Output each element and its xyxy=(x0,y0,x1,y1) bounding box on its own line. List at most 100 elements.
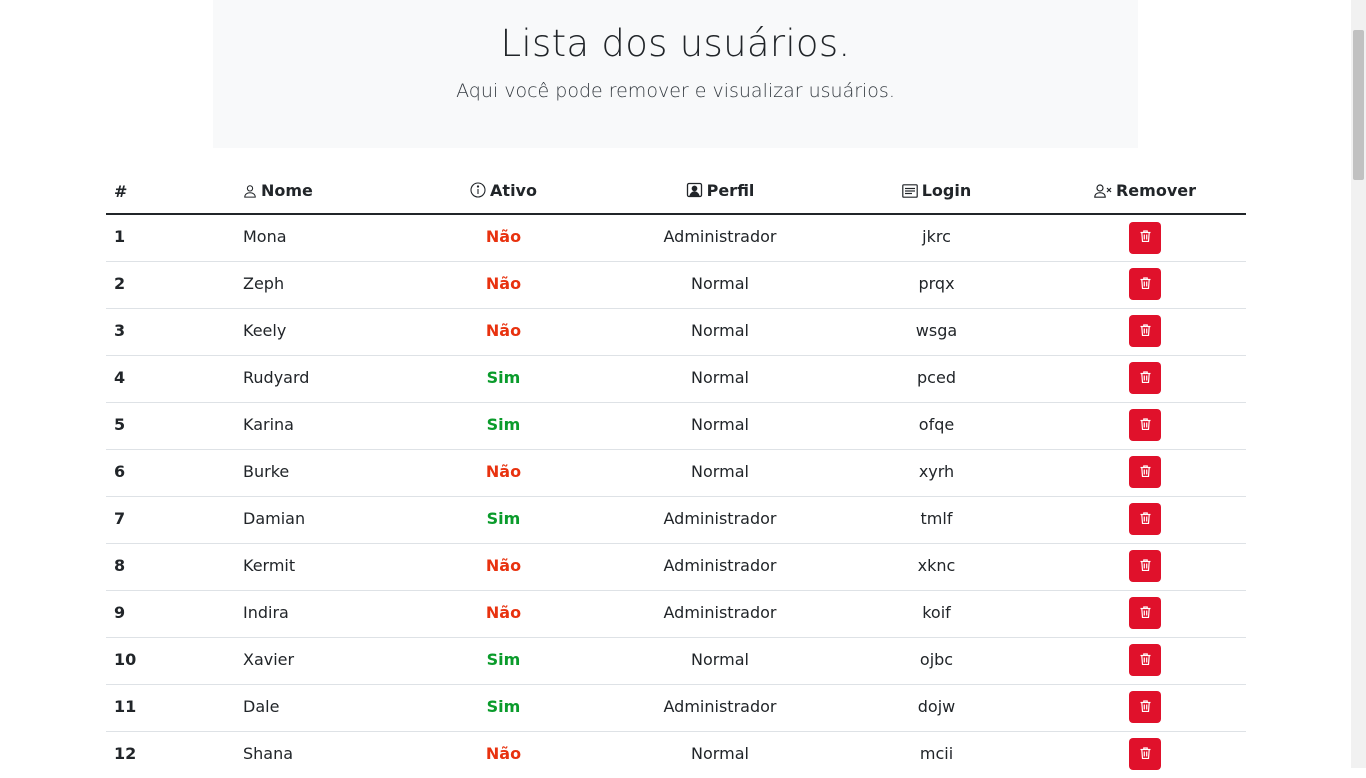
cell-login: ojbc xyxy=(829,636,1044,684)
status-badge: Não xyxy=(485,743,522,763)
status-badge: Não xyxy=(485,320,522,340)
cell-ativo: Não xyxy=(396,589,611,637)
cell-perfil: Administrador xyxy=(611,542,829,590)
delete-user-button[interactable] xyxy=(1129,597,1161,629)
card-text-icon xyxy=(901,183,918,202)
cell-number: 4 xyxy=(106,354,161,402)
cell-number: 8 xyxy=(106,542,161,590)
cell-number: 7 xyxy=(106,495,161,543)
cell-ativo: Sim xyxy=(396,495,611,543)
users-table: # Nome Ativo Perfil Login Remover 1 Mona… xyxy=(106,170,1246,778)
table-row: 6 Burke Não Normal xyrh xyxy=(106,448,1246,496)
page-scrollbar[interactable] xyxy=(1351,0,1366,768)
trash-icon xyxy=(1140,464,1151,480)
cell-ativo: Não xyxy=(396,214,611,261)
cell-remover xyxy=(1044,354,1246,402)
scrollbar-thumb[interactable] xyxy=(1353,30,1364,180)
column-header-remover-label: Remover xyxy=(1115,181,1196,200)
delete-user-button[interactable] xyxy=(1129,738,1161,770)
person-x-icon xyxy=(1094,183,1112,202)
cell-remover xyxy=(1044,495,1246,543)
column-header-perfil: Perfil xyxy=(611,170,829,215)
table-row: 2 Zeph Não Normal prqx xyxy=(106,260,1246,308)
trash-icon xyxy=(1140,417,1151,433)
delete-user-button[interactable] xyxy=(1129,644,1161,676)
cell-nome: Xavier xyxy=(161,636,396,684)
cell-remover xyxy=(1044,589,1246,637)
cell-ativo: Sim xyxy=(396,354,611,402)
cell-nome: Shana xyxy=(161,730,396,778)
cell-remover xyxy=(1044,542,1246,590)
table-header-row: # Nome Ativo Perfil Login Remover xyxy=(106,170,1246,215)
cell-nome: Kermit xyxy=(161,542,396,590)
cell-login: jkrc xyxy=(922,227,951,246)
table-row: 3 Keely Não Normal wsga xyxy=(106,307,1246,355)
cell-login: tmlf xyxy=(829,495,1044,543)
cell-perfil: Administrador xyxy=(611,683,829,731)
status-badge: Sim xyxy=(486,414,521,434)
trash-icon xyxy=(1140,511,1151,527)
trash-icon xyxy=(1140,746,1151,762)
cell-perfil: Normal xyxy=(611,260,829,308)
trash-icon xyxy=(1140,652,1151,668)
cell-login: xyrh xyxy=(829,448,1044,496)
cell-ativo: Não xyxy=(396,260,611,308)
cell-number: 5 xyxy=(106,401,161,449)
column-header-login: Login xyxy=(829,170,1044,215)
delete-user-button[interactable] xyxy=(1129,221,1161,254)
page-title: Lista dos usuários. xyxy=(500,22,851,65)
column-header-ativo: Ativo xyxy=(396,170,611,215)
cell-remover xyxy=(1044,307,1246,355)
cell-perfil: Normal xyxy=(611,636,829,684)
delete-user-button[interactable] xyxy=(1129,503,1161,535)
cell-remover xyxy=(1044,448,1246,496)
status-badge: Não xyxy=(485,227,522,246)
person-badge-icon xyxy=(686,182,703,202)
delete-user-button[interactable] xyxy=(1129,409,1161,441)
cell-remover xyxy=(1044,401,1246,449)
delete-user-button[interactable] xyxy=(1129,691,1161,723)
status-badge: Não xyxy=(485,555,522,575)
cell-number: 10 xyxy=(106,636,161,684)
cell-ativo: Não xyxy=(396,307,611,355)
cell-perfil: Normal xyxy=(611,354,829,402)
cell-nome: Indira xyxy=(161,589,396,637)
delete-user-button[interactable] xyxy=(1129,362,1161,394)
table-row: 10 Xavier Sim Normal ojbc xyxy=(106,636,1246,684)
cell-number: 12 xyxy=(106,730,161,778)
cell-nome: Damian xyxy=(161,495,396,543)
status-badge: Não xyxy=(485,273,522,293)
trash-icon xyxy=(1140,230,1151,245)
cell-nome: Karina xyxy=(161,401,396,449)
column-header-ativo-label: Ativo xyxy=(490,181,537,200)
cell-ativo: Não xyxy=(396,542,611,590)
trash-icon xyxy=(1140,370,1151,386)
trash-icon xyxy=(1140,323,1151,339)
delete-user-button[interactable] xyxy=(1129,315,1161,347)
delete-user-button[interactable] xyxy=(1129,550,1161,582)
table-row: 4 Rudyard Sim Normal pced xyxy=(106,354,1246,402)
delete-user-button[interactable] xyxy=(1129,456,1161,488)
column-header-nome: Nome xyxy=(161,170,396,215)
cell-login: ofqe xyxy=(829,401,1044,449)
cell-nome: Zeph xyxy=(161,260,396,308)
page-header: Lista dos usuários. Aqui você pode remov… xyxy=(213,0,1138,148)
cell-login: xknc xyxy=(829,542,1044,590)
column-header-nome-label: Nome xyxy=(261,181,313,200)
trash-icon xyxy=(1140,699,1151,715)
delete-user-button[interactable] xyxy=(1129,268,1161,300)
table-row: 5 Karina Sim Normal ofqe xyxy=(106,401,1246,449)
cell-remover xyxy=(1044,636,1246,684)
trash-icon xyxy=(1140,558,1151,574)
column-header-remover: Remover xyxy=(1044,170,1246,215)
info-circle-icon xyxy=(470,182,486,202)
status-badge: Não xyxy=(485,461,522,481)
cell-ativo: Sim xyxy=(396,683,611,731)
table-row: 7 Damian Sim Administrador tmlf xyxy=(106,495,1246,543)
cell-ativo: Não xyxy=(396,448,611,496)
cell-nome: Dale xyxy=(161,683,396,731)
cell-nome: Rudyard xyxy=(161,354,396,402)
cell-remover xyxy=(1044,683,1246,731)
cell-nome: Burke xyxy=(161,448,396,496)
cell-number: 2 xyxy=(106,260,161,308)
